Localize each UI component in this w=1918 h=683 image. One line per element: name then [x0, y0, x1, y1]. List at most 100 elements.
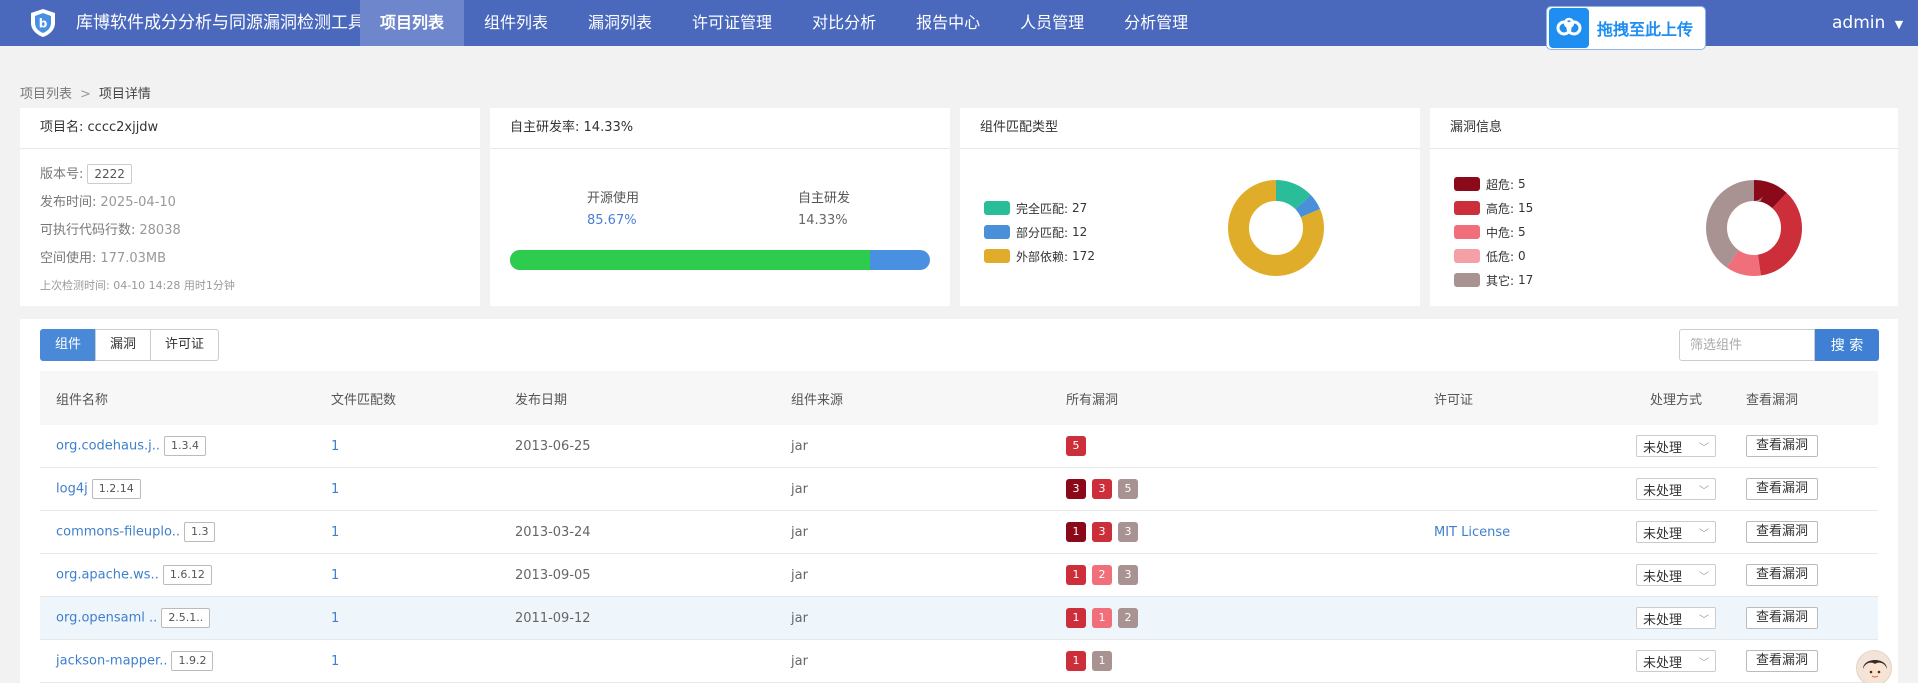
view-vulns-button[interactable]: 查看漏洞 [1746, 650, 1818, 672]
vuln-count-badge[interactable]: 1 [1092, 651, 1112, 671]
view-vulns-button[interactable]: 查看漏洞 [1746, 607, 1818, 629]
self-dev-label: 自主研发 [798, 191, 851, 206]
search-button[interactable]: 搜 索 [1815, 329, 1879, 361]
vuln-count-badge[interactable]: 3 [1092, 522, 1112, 542]
vuln-legend-label: 低危: [1486, 249, 1515, 264]
component-source-cell: jar [791, 653, 808, 669]
vuln-legend-value: 5 [1518, 225, 1526, 239]
nav-item-3[interactable]: 许可证管理 [672, 0, 792, 46]
nav-item-6[interactable]: 人员管理 [1000, 0, 1104, 46]
component-source-cell: jar [791, 610, 808, 626]
top-navbar: b 库博软件成分分析与同源漏洞检测工具 项目列表 组件列表 漏洞列表 许可证管理 对比分… [0, 0, 1918, 50]
table-row: org.codehaus.j.. 1.3.4 1 2013-06-25 jar 5 未处理 ﹀… [40, 425, 1878, 468]
vuln-legend: 超危: 5 高危: 15 中危: 5 低危: 0 其它: 17 [1454, 172, 1533, 292]
match-legend-label: 部分匹配: [1016, 225, 1069, 240]
component-name-link[interactable]: org.apache.ws.. [56, 568, 159, 583]
match-type-header: 组件匹配类型 [960, 108, 1420, 149]
breadcrumb-root[interactable]: 项目列表 [20, 87, 72, 102]
open-source-label: 开源使用 [587, 191, 640, 206]
file-match-link[interactable]: 1 [331, 654, 339, 669]
vuln-count-badge[interactable]: 5 [1118, 479, 1138, 499]
column-header: 查看漏洞 [1746, 392, 1799, 408]
detail-tabs: 组件 漏洞 许可证 [40, 329, 220, 361]
main-nav: 项目列表 组件列表 漏洞列表 许可证管理 对比分析 报告中心 人员管理 分析管理 [360, 0, 1208, 46]
component-source-cell: jar [791, 524, 808, 540]
view-vulns-button[interactable]: 查看漏洞 [1746, 478, 1818, 500]
filter-components-input[interactable] [1679, 329, 1815, 361]
match-legend-item: 外部依赖: 172 [984, 244, 1095, 268]
component-name-link[interactable]: log4j [56, 482, 88, 497]
caret-down-icon: ▼ [1894, 18, 1904, 31]
vuln-legend-swatch [1454, 177, 1480, 191]
view-vulns-button[interactable]: 查看漏洞 [1746, 564, 1818, 586]
vuln-legend-value: 0 [1518, 249, 1526, 263]
handle-status-select[interactable]: 未处理 ﹀ [1636, 650, 1716, 672]
tab-0[interactable]: 组件 [40, 329, 97, 361]
file-match-cell: 1 [315, 525, 499, 540]
vuln-legend-label: 超危: [1486, 177, 1515, 192]
file-match-link[interactable]: 1 [331, 611, 339, 626]
self-dev-stat: 自主研发 14.33% [798, 188, 850, 232]
handle-status-select[interactable]: 未处理 ﹀ [1636, 564, 1716, 586]
vuln-count-badge[interactable]: 3 [1118, 565, 1138, 585]
vuln-legend-swatch [1454, 201, 1480, 215]
handle-status-select[interactable]: 未处理 ﹀ [1636, 521, 1716, 543]
last-scan-time: 上次检测时间: 04-10 14:28 用时1分钟 [40, 279, 235, 292]
handle-status-select[interactable]: 未处理 ﹀ [1636, 607, 1716, 629]
match-type-card: 组件匹配类型 完全匹配: 27 部分匹配: 12 外部依赖: 172 [960, 108, 1420, 306]
vuln-count-badge[interactable]: 1 [1066, 608, 1086, 628]
view-cell: 查看漏洞 [1746, 435, 1878, 457]
nav-item-7[interactable]: 分析管理 [1104, 0, 1208, 46]
vuln-count-badge[interactable]: 3 [1092, 479, 1112, 499]
vulnerabilities-cell: 112 [1050, 608, 1418, 628]
nav-item-2[interactable]: 漏洞列表 [568, 0, 672, 46]
handle-status-select[interactable]: 未处理 ﹀ [1636, 435, 1716, 457]
vuln-count-badge[interactable]: 3 [1066, 479, 1086, 499]
vuln-legend-label: 中危: [1486, 225, 1515, 240]
vuln-count-badge[interactable]: 2 [1118, 608, 1138, 628]
user-menu[interactable]: admin ▼ [1832, 0, 1903, 46]
nav-item-1[interactable]: 组件列表 [464, 0, 568, 46]
dev-rate-value: 14.33% [583, 120, 634, 135]
component-name-link[interactable]: org.opensaml .. [56, 611, 157, 626]
component-name-cell: org.codehaus.j.. 1.3.4 [40, 436, 315, 456]
version-label: 版本号: [40, 167, 84, 182]
vuln-count-badge[interactable]: 1 [1066, 522, 1086, 542]
vuln-count-badge[interactable]: 1 [1066, 565, 1086, 585]
vuln-legend-swatch [1454, 273, 1480, 287]
file-match-link[interactable]: 1 [331, 482, 339, 497]
drag-upload-button[interactable]: 拖拽至此上传 [1546, 6, 1706, 50]
file-match-link[interactable]: 1 [331, 439, 339, 454]
component-name-link[interactable]: jackson-mapper.. [56, 654, 167, 669]
handle-cell: 未处理 ﹀ [1606, 607, 1746, 629]
view-vulns-button[interactable]: 查看漏洞 [1746, 521, 1818, 543]
license-link[interactable]: MIT License [1434, 525, 1510, 540]
view-vulns-button[interactable]: 查看漏洞 [1746, 435, 1818, 457]
table-body: org.codehaus.j.. 1.3.4 1 2013-06-25 jar 5 未处理 ﹀… [40, 425, 1878, 683]
vuln-count-badge[interactable]: 2 [1092, 565, 1112, 585]
vuln-count-badge[interactable]: 1 [1092, 608, 1112, 628]
vuln-count-badge[interactable]: 1 [1066, 651, 1086, 671]
component-name-link[interactable]: commons-fileuplo.. [56, 525, 180, 540]
nav-item-5[interactable]: 报告中心 [896, 0, 1000, 46]
vuln-count-badge[interactable]: 5 [1066, 436, 1086, 456]
vuln-count-badge[interactable]: 3 [1118, 522, 1138, 542]
match-legend: 完全匹配: 27 部分匹配: 12 外部依赖: 172 [984, 196, 1095, 268]
space-row: 空间使用: 177.03MB [40, 245, 480, 273]
handle-cell: 未处理 ﹀ [1606, 650, 1746, 672]
baidu-cloud-icon [1549, 8, 1589, 48]
view-cell: 查看漏洞 [1746, 478, 1878, 500]
tab-1[interactable]: 漏洞 [95, 329, 152, 361]
tab-2[interactable]: 许可证 [150, 329, 220, 361]
assistant-avatar[interactable] [1856, 650, 1892, 683]
handle-status-select[interactable]: 未处理 ﹀ [1636, 478, 1716, 500]
app-title: 库博软件成分分析与同源漏洞检测工具 [76, 13, 365, 33]
file-match-link[interactable]: 1 [331, 568, 339, 583]
project-name-header: 项目名: cccc2xjjdw [20, 108, 480, 149]
file-match-link[interactable]: 1 [331, 525, 339, 540]
nav-item-0[interactable]: 项目列表 [360, 0, 465, 46]
component-name-link[interactable]: org.codehaus.j.. [56, 439, 160, 454]
project-name-label: 项目名: [40, 120, 84, 135]
nav-item-4[interactable]: 对比分析 [792, 0, 896, 46]
file-match-cell: 1 [315, 439, 499, 454]
